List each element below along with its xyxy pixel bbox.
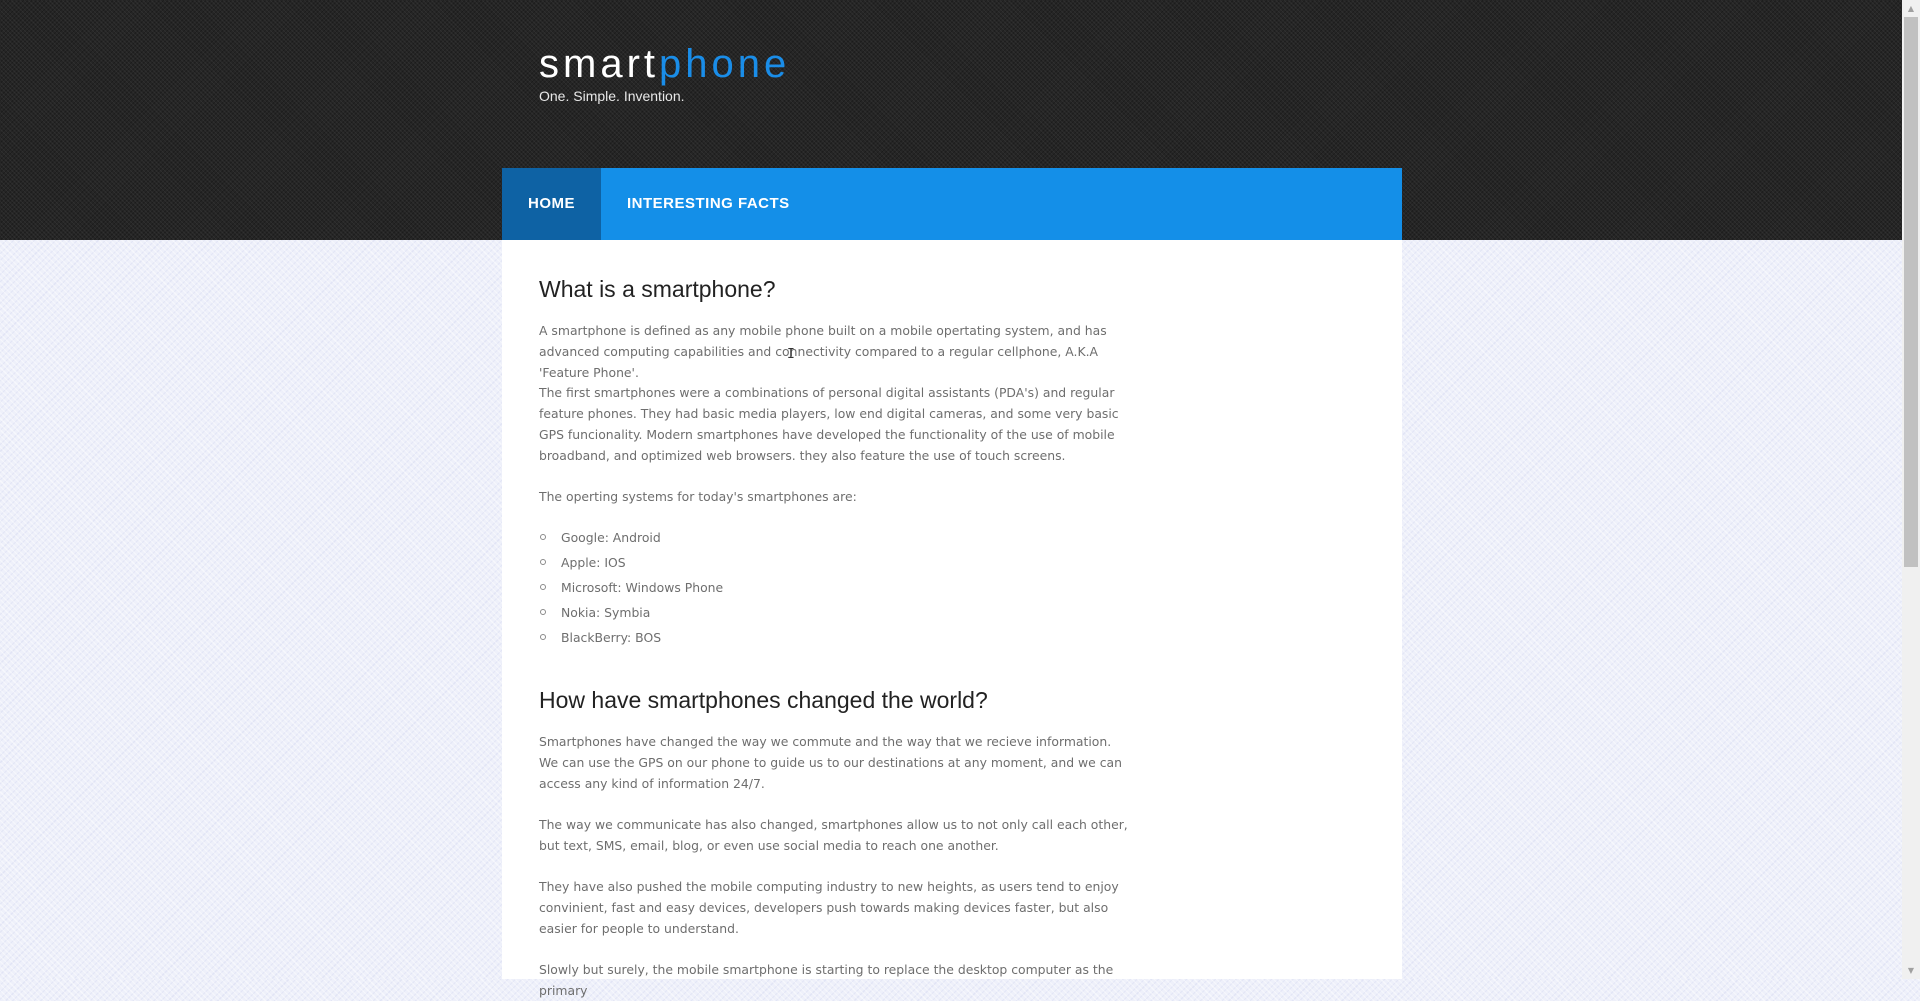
logo-part-phone: phone bbox=[659, 42, 791, 86]
scroll-down-arrow-icon[interactable]: ▼ bbox=[1902, 962, 1920, 979]
paragraph-industry: They have also pushed the mobile computi… bbox=[539, 879, 1119, 936]
bullet-icon bbox=[540, 559, 546, 565]
bullet-icon bbox=[540, 634, 546, 640]
bullet-icon bbox=[540, 584, 546, 590]
list-item: BlackBerry: BOS bbox=[539, 627, 723, 652]
paragraph-commute: Smartphones have changed the way we comm… bbox=[539, 734, 1122, 791]
page-scrollbar[interactable]: ▲ ▼ bbox=[1902, 0, 1920, 979]
paragraph-communication: The way we communicate has also changed,… bbox=[539, 817, 1128, 853]
paragraph-definition: A smartphone is defined as any mobile ph… bbox=[539, 323, 1107, 380]
bullet-icon bbox=[540, 609, 546, 615]
heading-what-is-a-smartphone: What is a smartphone? bbox=[539, 276, 776, 302]
content-panel: What is a smartphone? A smartphone is de… bbox=[502, 240, 1402, 998]
scroll-up-arrow-icon[interactable]: ▲ bbox=[1902, 0, 1920, 17]
list-item: Nokia: Symbia bbox=[539, 602, 723, 627]
site-logo[interactable]: smartphone bbox=[539, 40, 790, 88]
list-item: Microsoft: Windows Phone bbox=[539, 577, 723, 602]
paragraph-os-intro: The operting systems for today's smartph… bbox=[539, 489, 857, 504]
nav-item-home[interactable]: HOME bbox=[502, 168, 601, 240]
heading-how-changed-world: How have smartphones changed the world? bbox=[539, 687, 988, 713]
logo-part-smart: smart bbox=[539, 42, 659, 86]
nav-item-interesting-facts[interactable]: INTERESTING FACTS bbox=[601, 168, 816, 240]
list-item: Apple: IOS bbox=[539, 552, 723, 577]
main-nav: HOME INTERESTING FACTS bbox=[502, 168, 1402, 240]
paragraph-replacing-desktop: Slowly but surely, the mobile smartphone… bbox=[539, 962, 1114, 998]
text-cursor-icon: I bbox=[787, 347, 795, 362]
os-list: Google: Android Apple: IOS Microsoft: Wi… bbox=[539, 527, 723, 652]
paragraph-history: The first smartphones were a combination… bbox=[539, 385, 1119, 463]
list-item: Google: Android bbox=[539, 527, 723, 552]
site-tagline: One. Simple. Invention. bbox=[539, 88, 685, 104]
bullet-icon bbox=[540, 534, 546, 540]
scrollbar-thumb[interactable] bbox=[1904, 17, 1918, 567]
